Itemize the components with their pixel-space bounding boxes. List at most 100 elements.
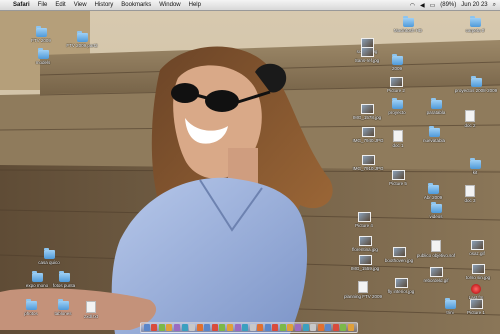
desktop-icon-label: proyectos 2008-2009: [454, 88, 498, 93]
volume-icon[interactable]: ◀: [420, 2, 425, 9]
dock-app-icon[interactable]: [211, 324, 218, 331]
desktop-icon-left-2[interactable]: FTV 2009.part2: [60, 31, 104, 48]
desktop-icon-right-31[interactable]: proyecto: [375, 98, 419, 115]
menu-clock[interactable]: Jun 20 23: [461, 2, 487, 8]
desktop-icon-label: Picture 4: [355, 223, 373, 228]
menu-help[interactable]: Help: [185, 0, 205, 10]
image-icon: [429, 267, 443, 277]
desktop-icon-label: Macintosh HD: [393, 28, 423, 33]
desktop-icon-left-3[interactable]: casa quico: [27, 248, 71, 265]
dock-app-icon[interactable]: [257, 324, 264, 331]
dock-app-icon[interactable]: [189, 324, 196, 331]
dock-app-icon[interactable]: [158, 324, 165, 331]
menu-file[interactable]: File: [34, 0, 52, 10]
desktop-icon-left-0[interactable]: FTV 2009: [19, 26, 63, 43]
desktop-icon-right-17[interactable]: proyectos 2008-2009: [454, 76, 498, 93]
dock-app-icon[interactable]: [332, 324, 339, 331]
desktop-icon-label: osaz.gif: [469, 251, 485, 256]
desktop-icon-right-22[interactable]: boothoven.jpg: [377, 247, 421, 263]
doc-icon: [465, 110, 475, 122]
dock-app-icon[interactable]: [151, 324, 158, 331]
desktop-icon-label: boothoven.jpg: [384, 258, 414, 263]
dock-app-icon[interactable]: [295, 324, 302, 331]
folder-icon: [469, 158, 481, 169]
dock-app-icon[interactable]: [287, 324, 294, 331]
desktop-icon-label: 2009: [391, 66, 402, 71]
dock-app-icon[interactable]: [340, 324, 347, 331]
dock-app-icon[interactable]: [249, 324, 256, 331]
image-icon: [391, 170, 405, 180]
dock-app-icon[interactable]: [242, 324, 249, 331]
desktop-icon-label: Picture 1: [467, 310, 485, 315]
doc-icon: [358, 281, 368, 293]
desktop-icon-label: doc 2: [464, 123, 476, 128]
desktop-icon-right-25[interactable]: torso sin.jpg: [456, 264, 500, 280]
dock-app-icon[interactable]: [204, 324, 211, 331]
desktop-icon-right-0[interactable]: Macintosh HD: [386, 16, 430, 33]
desktop-icon-right-7[interactable]: IMG_7910.JPG: [346, 155, 390, 171]
menu-history[interactable]: History: [91, 0, 118, 10]
dock-app-icon[interactable]: [279, 324, 286, 331]
desktop-icon-left-5[interactable]: fotos punta: [42, 271, 86, 288]
dock-app-icon[interactable]: [226, 324, 233, 331]
folder-icon: [25, 299, 37, 310]
dock-app-icon[interactable]: [310, 324, 317, 331]
tool-icon: [471, 284, 481, 294]
dock-app-icon[interactable]: [272, 324, 279, 331]
folder-icon: [58, 271, 70, 282]
dock-app-icon[interactable]: [143, 324, 150, 331]
desktop-icon-right-4[interactable]: Picture 2: [374, 77, 418, 93]
image-icon: [389, 77, 403, 87]
doc-icon: [393, 130, 403, 142]
dock-app-icon[interactable]: [317, 324, 324, 331]
dock-app-icon[interactable]: [196, 324, 203, 331]
desktop-icon-label: zxdl.txt: [83, 314, 98, 319]
dock-app-icon[interactable]: [219, 324, 226, 331]
desktop-icon-label: planning FTV 2009: [343, 294, 383, 299]
menu-edit[interactable]: Edit: [51, 0, 69, 10]
dock-app-icon[interactable]: [302, 324, 309, 331]
battery-percent: (89%): [440, 2, 457, 8]
dock-app-icon[interactable]: [325, 324, 332, 331]
desktop-icon-label: kit: [472, 170, 478, 175]
desktop-icon-right-29[interactable]: doc 1: [376, 130, 420, 148]
desktop-icon-label: paratabla: [426, 110, 446, 115]
folder-icon: [402, 16, 414, 27]
desktop-icon-label: Last.fm: [468, 295, 484, 300]
image-icon: [360, 47, 374, 57]
desktop-icon-right-26[interactable]: Last.fm: [454, 284, 498, 300]
desktop-icon-right-32[interactable]: doc 3: [448, 185, 492, 203]
desktop-icon-right-28[interactable]: videos: [414, 202, 458, 219]
desktop-icon-left-1[interactable]: models: [21, 48, 65, 65]
folder-icon: [391, 54, 403, 65]
spotlight-icon[interactable]: ⌕: [493, 2, 496, 9]
desktop-icon-right-16[interactable]: Picture 1: [454, 299, 498, 315]
desktop-icon-right-18[interactable]: 2009: [375, 54, 419, 71]
desktop-icon-label: casa quico: [38, 260, 60, 265]
dock-app-icon[interactable]: [264, 324, 271, 331]
folder-icon: [428, 126, 440, 137]
dock-app-icon[interactable]: [234, 324, 241, 331]
desktop-icon-label: rebordeld.gif: [423, 278, 449, 283]
menu-app-safari[interactable]: Safari: [9, 0, 34, 10]
desktop-icon-right-21[interactable]: kit: [453, 158, 497, 175]
desktop-icon-right-9[interactable]: Picture 4: [342, 212, 386, 228]
doc-icon: [431, 240, 441, 252]
desktop-icon-right-1[interactable]: carpeta tf: [453, 16, 497, 33]
wifi-icon[interactable]: ◠: [410, 2, 415, 9]
battery-icon[interactable]: ▭: [430, 2, 436, 9]
menu-window[interactable]: Window: [155, 0, 184, 10]
dock-app-icon[interactable]: [347, 324, 354, 331]
desktop-icon-right-24[interactable]: osaz.gif: [455, 240, 499, 256]
menu-view[interactable]: View: [70, 0, 91, 10]
desktop-icon-right-30[interactable]: doc 2: [448, 110, 492, 128]
dock-app-icon[interactable]: [166, 324, 173, 331]
menu-bookmarks[interactable]: Bookmarks: [117, 0, 155, 10]
dock-app-icon[interactable]: [174, 324, 181, 331]
desktop-icon-right-8[interactable]: Picture 5: [376, 170, 420, 186]
desktop-icon-label: florentina.jpg: [352, 247, 378, 252]
desktop-icon-right-23[interactable]: rebordeld.gif: [414, 267, 458, 283]
desktop-icon-left-8[interactable]: zxdl.txt: [69, 301, 113, 319]
dock-app-icon[interactable]: [181, 324, 188, 331]
image-icon: [361, 127, 375, 137]
